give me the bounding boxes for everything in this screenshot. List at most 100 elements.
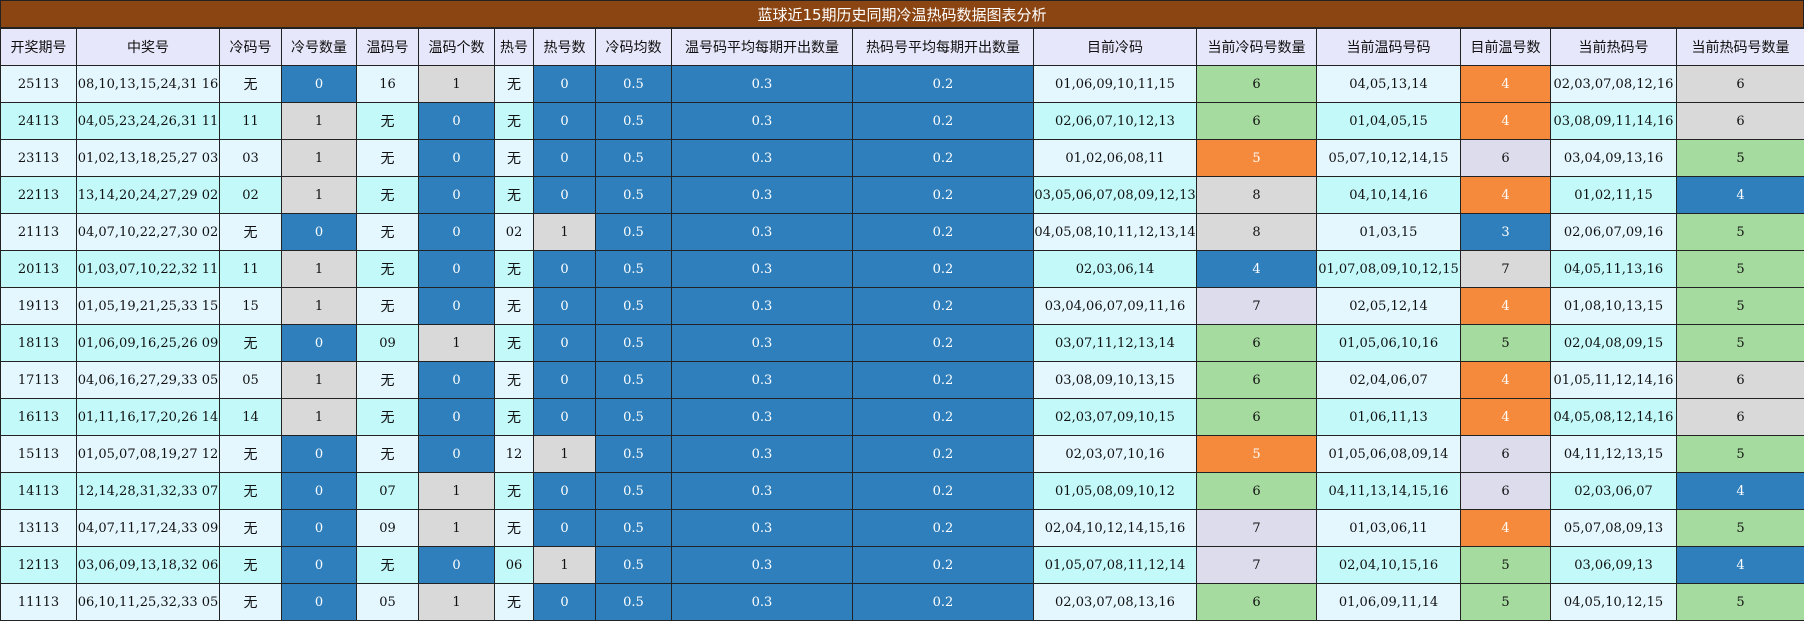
cell-hot-avg: 0.2 [853,547,1034,584]
cell-warm-avg: 0.3 [672,140,853,177]
cell-hot: 无 [495,362,534,399]
cell-hot-count: 0 [534,66,596,103]
cell-cur-hot-count: 6 [1677,362,1804,399]
cell-cur-hot: 02,06,07,09,16 [1551,214,1677,251]
cell-cur-warm-count: 4 [1461,510,1551,547]
cell-cur-hot-count: 4 [1677,177,1804,214]
cell-cur-cold-count: 6 [1197,399,1317,436]
cell-warm-avg: 0.3 [672,473,853,510]
cell-warm-avg: 0.3 [672,399,853,436]
cell-cold-avg: 0.5 [596,473,672,510]
cell-hot-count: 0 [534,584,596,621]
cell-numbers: 06,10,11,25,32,33 05 [77,584,220,621]
cell-cold-avg: 0.5 [596,288,672,325]
cell-numbers: 08,10,13,15,24,31 16 [77,66,220,103]
cell-cur-warm-count: 6 [1461,473,1551,510]
cell-hot-avg: 0.2 [853,214,1034,251]
cell-warm: 05 [357,584,419,621]
cell-cur-hot-count: 5 [1677,251,1804,288]
cell-cur-cold-count: 6 [1197,584,1317,621]
cell-warm: 无 [357,362,419,399]
header-hot-count: 热号数 [534,29,596,66]
cell-cold-count: 1 [282,140,357,177]
table-row: 1411312,14,28,31,32,33 07无0071无00.50.30.… [1,473,1804,510]
cell-hot-count: 0 [534,288,596,325]
cell-warm-avg: 0.3 [672,251,853,288]
header-row: 开奖期号 中奖号 冷码号 冷号数量 温码号 温码个数 热号 热号数 冷码均数 温… [1,29,1804,66]
cell-hot-avg: 0.2 [853,325,1034,362]
cell-cold-avg: 0.5 [596,214,672,251]
cell-hot: 无 [495,66,534,103]
cell-cur-hot: 02,03,06,07 [1551,473,1677,510]
table-row: 2411304,05,23,24,26,31 11111无0无00.50.30.… [1,103,1804,140]
cell-hot-count: 0 [534,103,596,140]
cell-hot-count: 0 [534,177,596,214]
cell-cur-hot: 05,07,08,09,13 [1551,510,1677,547]
cell-cur-warm: 02,04,10,15,16 [1317,547,1461,584]
cell-cur-hot-count: 4 [1677,547,1804,584]
cell-cur-warm: 01,03,06,11 [1317,510,1461,547]
cell-cur-warm-count: 4 [1461,103,1551,140]
header-cur-warm-count: 目前温号数 [1461,29,1551,66]
cell-cur-warm-count: 4 [1461,288,1551,325]
cell-hot: 无 [495,103,534,140]
cell-cur-hot: 03,08,09,11,14,16 [1551,103,1677,140]
cell-warm: 无 [357,103,419,140]
cell-warm-count: 0 [419,103,495,140]
cell-cur-hot-count: 5 [1677,510,1804,547]
cell-period: 16113 [1,399,77,436]
cell-cur-warm: 04,10,14,16 [1317,177,1461,214]
header-cur-warm: 当前温码号码 [1317,29,1461,66]
cell-cur-warm: 01,07,08,09,10,12,15 [1317,251,1461,288]
cell-warm-count: 0 [419,362,495,399]
cell-cur-cold-count: 6 [1197,473,1317,510]
cell-cold: 无 [220,510,282,547]
cell-cur-cold: 03,07,11,12,13,14 [1034,325,1197,362]
cell-warm-count: 1 [419,510,495,547]
cell-cur-cold-count: 7 [1197,288,1317,325]
cell-cold-avg: 0.5 [596,547,672,584]
cell-cold: 无 [220,66,282,103]
cell-warm: 07 [357,473,419,510]
cell-cur-warm: 04,05,13,14 [1317,66,1461,103]
cell-hot: 无 [495,510,534,547]
cell-cold-avg: 0.5 [596,177,672,214]
cell-period: 17113 [1,362,77,399]
cell-warm: 无 [357,436,419,473]
cell-cur-warm: 05,07,10,12,14,15 [1317,140,1461,177]
cell-cold-count: 0 [282,436,357,473]
cell-period: 11113 [1,584,77,621]
cell-cur-hot: 01,05,11,12,14,16 [1551,362,1677,399]
cell-cur-hot: 01,08,10,13,15 [1551,288,1677,325]
table-row: 2111304,07,10,22,27,30 02无0无00210.50.30.… [1,214,1804,251]
header-warm-count: 温码个数 [419,29,495,66]
cell-cold: 无 [220,325,282,362]
cell-warm-avg: 0.3 [672,436,853,473]
cell-cold-count: 0 [282,214,357,251]
cell-warm-count: 0 [419,436,495,473]
cell-cur-warm: 01,06,11,13 [1317,399,1461,436]
cell-cur-cold-count: 7 [1197,510,1317,547]
cell-period: 12113 [1,547,77,584]
cell-numbers: 04,06,16,27,29,33 05 [77,362,220,399]
cell-hot: 无 [495,325,534,362]
cell-hot: 无 [495,288,534,325]
table-row: 1611301,11,16,17,20,26 14141无0无00.50.30.… [1,399,1804,436]
cell-hot: 无 [495,177,534,214]
cell-cur-cold-count: 6 [1197,362,1317,399]
header-cold-avg: 冷码均数 [596,29,672,66]
table-row: 1911301,05,19,21,25,33 15151无0无00.50.30.… [1,288,1804,325]
cell-hot-avg: 0.2 [853,251,1034,288]
cell-warm: 无 [357,547,419,584]
page-title: 蓝球近15期历史同期冷温热码数据图表分析 [0,0,1804,28]
cell-cur-warm: 04,11,13,14,15,16 [1317,473,1461,510]
cell-cold: 无 [220,547,282,584]
cell-cur-hot-count: 5 [1677,288,1804,325]
cell-period: 24113 [1,103,77,140]
table-body: 2511308,10,13,15,24,31 16无0161无00.50.30.… [1,66,1804,621]
cell-warm-count: 1 [419,584,495,621]
cell-cur-cold-count: 8 [1197,177,1317,214]
cell-warm-count: 1 [419,325,495,362]
cell-cur-warm-count: 4 [1461,399,1551,436]
table-row: 1111306,10,11,25,32,33 05无0051无00.50.30.… [1,584,1804,621]
